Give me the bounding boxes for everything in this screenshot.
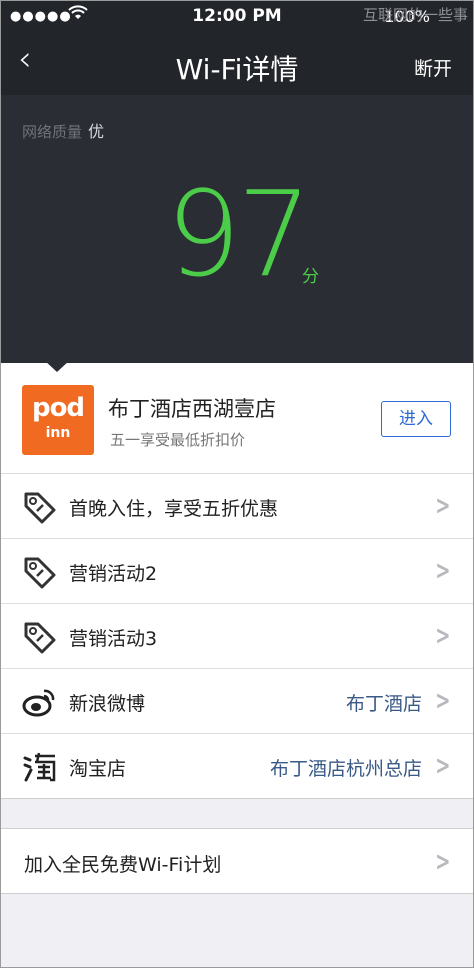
page-title: Wi-Fi详情 — [175, 53, 299, 86]
score-unit: 分 — [302, 267, 319, 287]
list-item-taobao[interactable]: 淘宝店 布丁酒店杭州总店 > — [0, 734, 474, 799]
weibo-icon — [22, 685, 58, 719]
network-quality: 网络质量优 — [22, 118, 104, 142]
status-bar: ●●●●● 12:00 PM 100% 互联网的一些事 — [0, 0, 474, 32]
list-item-label: 首晚入住，享受五折优惠 — [69, 498, 279, 520]
tag-icon — [22, 555, 58, 589]
join-free-wifi-label: 加入全民免费Wi-Fi计划 — [24, 854, 222, 876]
merchant-logo-top: pod — [31, 393, 85, 423]
merchant-name: 布丁酒店西湖壹店 — [108, 397, 276, 421]
list-item-promo-3[interactable]: 营销活动3 > — [0, 604, 474, 669]
tag-icon — [22, 620, 58, 654]
merchant-logo-bottom: inn — [45, 425, 71, 441]
feature-list: 首晚入住，享受五折优惠 > 营销活动2 > 营销活动3 > 新浪微博 布丁酒店 … — [0, 474, 474, 799]
list-item-weibo[interactable]: 新浪微博 布丁酒店 > — [0, 669, 474, 734]
list-item-promo-1[interactable]: 首晚入住，享受五折优惠 > — [0, 474, 474, 539]
merchant-subtitle: 五一享受最低折扣价 — [110, 431, 246, 449]
enter-button[interactable]: 进入 — [381, 401, 451, 437]
callout-pointer — [44, 360, 70, 372]
list-item-label: 营销活动2 — [69, 563, 158, 585]
list-item-label: 淘宝店 — [69, 758, 127, 780]
wifi-score: 97 分 — [0, 175, 474, 293]
score-value: 97 — [165, 165, 312, 303]
tag-icon — [22, 490, 58, 524]
network-quality-label: 网络质量 — [22, 123, 83, 141]
network-quality-value: 优 — [88, 122, 105, 141]
navigation-bar: ‹ Wi-Fi详情 断开 — [0, 32, 474, 95]
watermark-text: 互联网的一些事 — [362, 6, 468, 24]
merchant-logo: pod inn — [22, 385, 94, 455]
list-item-label: 新浪微博 — [69, 693, 146, 715]
list-item-label: 营销活动3 — [69, 628, 158, 650]
chevron-right-icon: > — [435, 621, 451, 651]
taobao-icon — [22, 750, 58, 784]
list-item-value: 布丁酒店 — [345, 693, 422, 715]
join-free-wifi-row[interactable]: 加入全民免费Wi-Fi计划 > — [0, 828, 474, 894]
list-item-value: 布丁酒店杭州总店 — [269, 758, 422, 780]
chevron-right-icon: > — [435, 847, 451, 877]
disconnect-button[interactable]: 断开 — [414, 54, 452, 81]
chevron-right-icon: > — [435, 491, 451, 521]
chevron-right-icon: > — [435, 556, 451, 586]
list-item-promo-2[interactable]: 营销活动2 > — [0, 539, 474, 604]
merchant-card[interactable]: pod inn 布丁酒店西湖壹店 五一享受最低折扣价 进入 — [0, 363, 474, 474]
chevron-right-icon: > — [435, 686, 451, 716]
chevron-right-icon: > — [435, 751, 451, 781]
